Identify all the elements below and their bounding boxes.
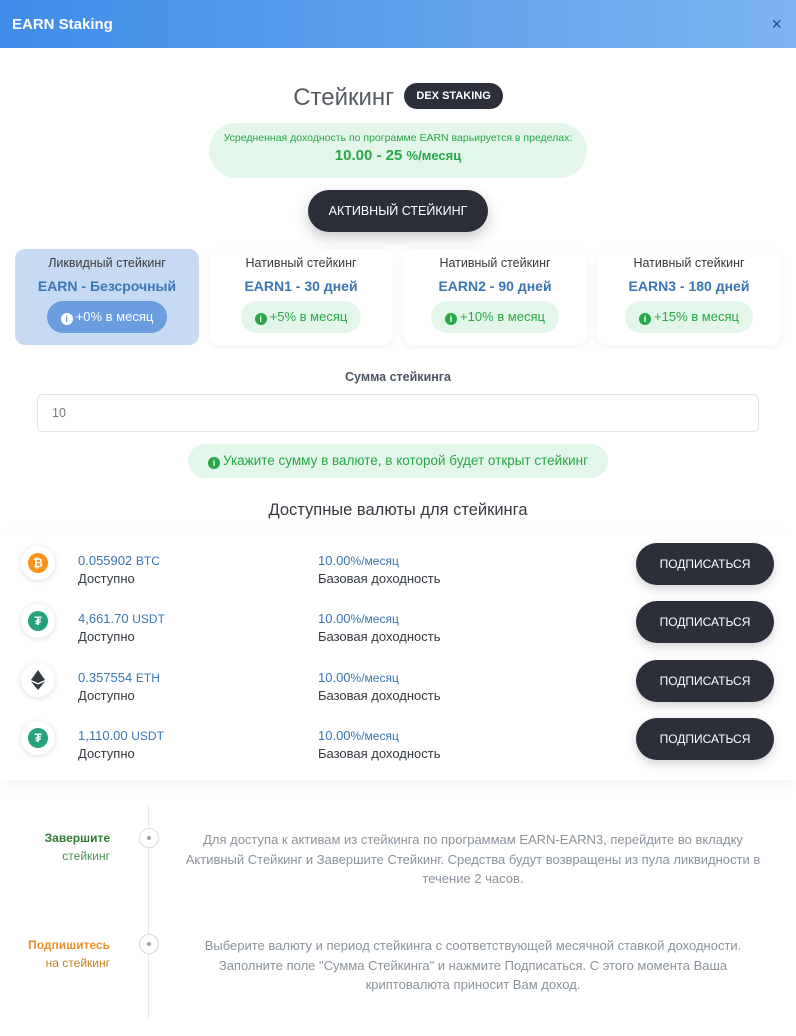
available-label: Доступно <box>78 746 135 761</box>
timeline-dot <box>139 934 159 954</box>
modal-title: EARN Staking <box>12 15 113 33</box>
plan-rate-pill: i +5% в месяц <box>240 301 362 333</box>
timeline-text: Для доступа к активам из стейкинга по пр… <box>185 832 761 886</box>
list-item: ₮ 4,661.70 USDT Доступно 10.00%/месяц Ба… <box>0 592 796 650</box>
plan-rate: +0% в месяц <box>75 309 154 324</box>
close-icon[interactable]: × <box>771 15 782 33</box>
plan-card-label: Нативный стейкинг <box>439 256 551 270</box>
btc-icon: ₿ <box>21 546 55 580</box>
base-yield-label: Базовая доходность <box>318 571 441 586</box>
yield-caption: Усредненная доходность по программе EARN… <box>223 132 573 144</box>
yield-unit: %/месяц <box>406 148 462 163</box>
amount-hint: i Укажите сумму в валюте, в которой будет… <box>188 444 608 478</box>
balance-unit: USDT <box>132 612 165 626</box>
subscribe-button[interactable]: ПОДПИСАТЬСЯ <box>636 660 774 702</box>
info-icon: i <box>207 457 220 469</box>
plan-rate: +15% в месяц <box>654 309 739 324</box>
rate: 10.00%/месяц <box>318 670 399 685</box>
plan-card-label: Нативный стейкинг <box>633 256 745 270</box>
eth-icon <box>21 663 55 697</box>
balance: 0.055902 BTC <box>78 553 160 568</box>
info-icon: i <box>254 313 267 325</box>
balance-amount: 1,110.00 <box>78 728 128 743</box>
average-yield-box: Усредненная доходность по программе EARN… <box>209 123 587 178</box>
rate-unit: %/месяц <box>350 554 399 568</box>
info-icon: i <box>639 313 652 325</box>
yield-range-value: 10.00 - 25 <box>334 147 403 164</box>
title-row: Стейкинг DEX STAKING <box>0 83 796 112</box>
eth-glyph <box>31 670 45 690</box>
plan-card-title: EARN3 - 180 дней <box>628 278 750 294</box>
plan-card-earn1[interactable]: Нативный стейкинг EARN1 - 30 дней i +5% в… <box>209 249 393 345</box>
rate-unit: %/месяц <box>350 612 399 626</box>
dex-staking-badge: DEX STAKING <box>404 83 503 109</box>
plan-card-label: Ликвидный стейкинг <box>48 256 166 270</box>
plan-rate-pill: i +15% в месяц <box>625 301 753 333</box>
balance-amount: 4,661.70 <box>78 611 129 626</box>
rate: 10.00%/месяц <box>318 728 399 743</box>
staking-plan-cards: Ликвидный стейкинг EARN - Безсрочный i +0… <box>15 249 781 345</box>
available-label: Доступно <box>78 688 135 703</box>
usdt-icon: ₮ <box>21 721 55 755</box>
timeline-label-subscribe: Подпишитесь на стейкинг <box>0 936 110 972</box>
rate-value: 10.00 <box>318 553 351 568</box>
plan-card-title: EARN - Безсрочный <box>37 278 177 294</box>
page-title: Стейкинг <box>293 84 394 111</box>
balance-unit: USDT <box>131 729 164 743</box>
plan-card-label: Нативный стейкинг <box>245 256 357 270</box>
balance: 4,661.70 USDT <box>78 611 165 626</box>
base-yield-label: Базовая доходность <box>318 746 441 761</box>
rate-value: 10.00 <box>318 728 351 743</box>
timeline-title: Подпишитесь <box>28 938 110 952</box>
balance-amount: 0.055902 <box>78 553 133 568</box>
rate: 10.00%/месяц <box>318 611 399 626</box>
timeline-text: Выберите валюту и период стейкинга с соо… <box>204 938 742 992</box>
active-staking-button[interactable]: АКТИВНЫЙ СТЕЙКИНГ <box>308 190 488 232</box>
timeline-subtitle: стейкинг <box>62 849 110 863</box>
list-item: ₿ 0.055902 BTC Доступно 10.00%/месяц Баз… <box>0 534 796 592</box>
base-yield-label: Базовая доходность <box>318 629 441 644</box>
currency-list: ₿ 0.055902 BTC Доступно 10.00%/месяц Баз… <box>0 530 796 780</box>
available-label: Доступно <box>78 629 135 644</box>
list-item: ₮ 1,110.00 USDT Доступно 10.00%/месяц Ба… <box>0 709 796 767</box>
modal-header: EARN Staking × <box>0 0 796 48</box>
currencies-title: Доступные валюты для стейкинга <box>268 501 528 519</box>
balance-unit: BTC <box>135 554 160 568</box>
info-icon: i <box>445 313 458 325</box>
available-label: Доступно <box>78 571 135 586</box>
plan-rate: +5% в месяц <box>269 309 348 324</box>
subscribe-button[interactable]: ПОДПИСАТЬСЯ <box>636 543 774 585</box>
staking-amount-input[interactable] <box>37 394 759 432</box>
amount-hint-text: Укажите сумму в валюте, в которой будет … <box>222 453 589 468</box>
balance: 0.357554 ETH <box>78 670 160 685</box>
yield-range: 10.00 - 25 %/месяц <box>209 147 587 164</box>
balance: 1,110.00 USDT <box>78 728 164 743</box>
plan-card-earn[interactable]: Ликвидный стейкинг EARN - Безсрочный i +0… <box>15 249 199 345</box>
info-icon: i <box>60 313 73 325</box>
timeline-dot <box>139 828 159 848</box>
plan-card-title: EARN2 - 90 дней <box>438 278 552 294</box>
plan-card-earn3[interactable]: Нативный стейкинг EARN3 - 180 дней i +15%… <box>597 249 781 345</box>
amount-label: Сумма стейкинга <box>345 370 451 384</box>
plan-rate: +10% в месяц <box>460 309 545 324</box>
timeline-label-finish: Завершите стейкинг <box>0 829 110 865</box>
balance-amount: 0.357554 <box>78 670 133 685</box>
subscribe-button[interactable]: ПОДПИСАТЬСЯ <box>636 601 774 643</box>
timeline-subtitle: на стейкинг <box>45 956 110 970</box>
base-yield-label: Базовая доходность <box>318 688 441 703</box>
usdt-icon: ₮ <box>21 604 55 638</box>
plan-card-earn2[interactable]: Нативный стейкинг EARN2 - 90 дней i +10% … <box>403 249 587 345</box>
list-item: 0.357554 ETH Доступно 10.00%/месяц Базов… <box>0 651 796 709</box>
rate-value: 10.00 <box>318 611 351 626</box>
plan-rate-pill: i +0% в месяц <box>46 301 168 333</box>
subscribe-button[interactable]: ПОДПИСАТЬСЯ <box>636 718 774 760</box>
plan-card-title: EARN1 - 30 дней <box>244 278 358 294</box>
rate-unit: %/месяц <box>350 729 399 743</box>
timeline-title: Завершите <box>44 831 110 845</box>
rate: 10.00%/месяц <box>318 553 399 568</box>
rate-unit: %/месяц <box>350 671 399 685</box>
rate-value: 10.00 <box>318 670 351 685</box>
balance-unit: ETH <box>135 671 160 685</box>
plan-rate-pill: i +10% в месяц <box>431 301 559 333</box>
